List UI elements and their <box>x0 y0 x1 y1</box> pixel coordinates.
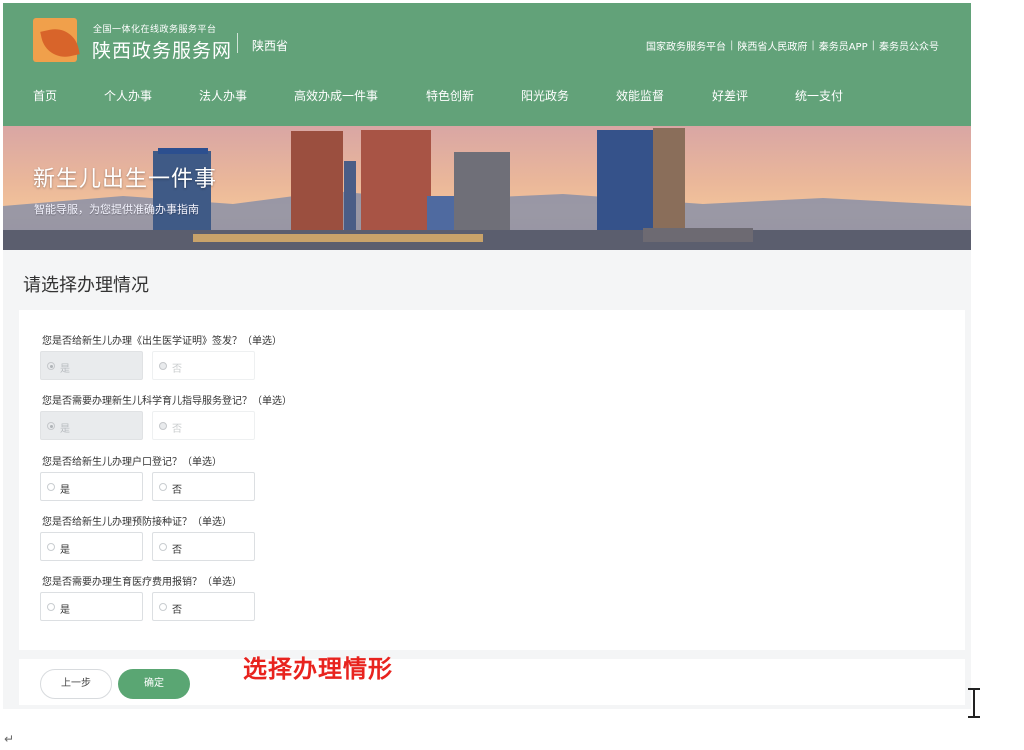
radio-icon <box>47 603 55 611</box>
option-no-label: 否 <box>172 424 182 435</box>
radio-icon <box>47 362 55 370</box>
radio-icon <box>47 543 55 551</box>
top-link-national[interactable]: 国家政务服务平台 <box>646 38 726 53</box>
nav-item-corporate[interactable]: 法人办事 <box>199 87 247 104</box>
top-links: 国家政务服务平台 | 陕西省人民政府 | 秦务员APP | 秦务员公众号 <box>646 38 939 53</box>
option-yes[interactable]: 是 <box>40 472 143 501</box>
nav-item-open-gov[interactable]: 阳光政务 <box>521 87 569 104</box>
question-label: 您是否需要办理生育医疗费用报销？（单选） <box>42 577 242 588</box>
radio-icon <box>159 422 167 430</box>
option-no-label: 否 <box>172 545 182 556</box>
banner-subtitle: 智能导服，为您提供准确办事指南 <box>34 203 199 216</box>
option-no-label: 否 <box>172 364 182 375</box>
radio-icon <box>47 422 55 430</box>
site-title[interactable]: 陕西政务服务网 <box>92 36 232 63</box>
question-label: 您是否需要办理新生儿科学育儿指导服务登记？（单选） <box>42 396 292 407</box>
platform-subtitle: 全国一体化在线政务服务平台 <box>93 25 217 35</box>
option-no[interactable]: 否 <box>152 351 255 380</box>
option-no-label: 否 <box>172 605 182 616</box>
nav-item-supervision[interactable]: 效能监督 <box>616 87 664 104</box>
option-no[interactable]: 否 <box>152 411 255 440</box>
option-yes-label: 是 <box>60 424 70 435</box>
option-yes[interactable]: 是 <box>40 532 143 561</box>
radio-icon <box>47 483 55 491</box>
prev-step-button[interactable]: 上一步 <box>40 669 112 699</box>
option-yes-label: 是 <box>60 364 70 375</box>
site-header: 全国一体化在线政务服务平台 陕西政务服务网 陕西省 国家政务服务平台 | 陕西省… <box>3 3 971 126</box>
option-yes-label: 是 <box>60 545 70 556</box>
link-separator: | <box>811 40 815 51</box>
link-separator: | <box>871 40 875 51</box>
question-label: 您是否给新生儿办理户口登记？（单选） <box>42 457 222 468</box>
confirm-button[interactable]: 确定 <box>118 669 190 699</box>
question-label: 您是否给新生儿办理《出生医学证明》签发？（单选） <box>42 336 282 347</box>
top-link-provincial-gov[interactable]: 陕西省人民政府 <box>737 38 807 53</box>
radio-icon <box>159 483 167 491</box>
province-selector[interactable]: 陕西省 <box>252 37 288 54</box>
red-annotation-text: 选择办理情形 <box>243 655 393 683</box>
option-no[interactable]: 否 <box>152 472 255 501</box>
nav-item-home[interactable]: 首页 <box>33 87 57 104</box>
main-nav: 首页 个人办事 法人办事 高效办成一件事 特色创新 阳光政务 效能监督 好差评 … <box>3 87 971 109</box>
option-no[interactable]: 否 <box>152 532 255 561</box>
option-yes[interactable]: 是 <box>40 411 143 440</box>
option-yes-label: 是 <box>60 605 70 616</box>
questions-panel: 您是否给新生儿办理《出生医学证明》签发？（单选） 是 否 您是否需要办理新生儿科… <box>19 310 965 650</box>
radio-icon <box>159 362 167 370</box>
question-label: 您是否给新生儿办理预防接种证？（单选） <box>42 517 232 528</box>
text-cursor-bottom <box>968 716 980 718</box>
radio-icon <box>159 603 167 611</box>
link-separator: | <box>729 40 734 51</box>
nav-item-innovation[interactable]: 特色创新 <box>426 87 474 104</box>
top-link-app[interactable]: 秦务员APP <box>819 38 868 53</box>
option-yes[interactable]: 是 <box>40 592 143 621</box>
nav-item-one-thing[interactable]: 高效办成一件事 <box>294 87 378 104</box>
nav-item-rating[interactable]: 好差评 <box>712 87 748 104</box>
title-divider <box>237 33 238 53</box>
text-cursor-icon <box>973 688 975 718</box>
banner-title: 新生儿出生一件事 <box>33 167 218 192</box>
option-yes-label: 是 <box>60 485 70 496</box>
top-link-wechat[interactable]: 秦务员公众号 <box>879 38 939 53</box>
site-logo[interactable] <box>33 18 81 66</box>
nav-item-payment[interactable]: 统一支付 <box>795 87 843 104</box>
paragraph-mark-icon: ↵ <box>4 732 15 746</box>
option-no-label: 否 <box>172 485 182 496</box>
hero-banner: 新生儿出生一件事 智能导服，为您提供准确办事指南 <box>3 126 971 250</box>
option-yes[interactable]: 是 <box>40 351 143 380</box>
page-frame: 全国一体化在线政务服务平台 陕西政务服务网 陕西省 国家政务服务平台 | 陕西省… <box>3 3 971 709</box>
nav-item-personal[interactable]: 个人办事 <box>104 87 152 104</box>
radio-icon <box>159 543 167 551</box>
option-no[interactable]: 否 <box>152 592 255 621</box>
section-title: 请选择办理情况 <box>23 275 149 296</box>
